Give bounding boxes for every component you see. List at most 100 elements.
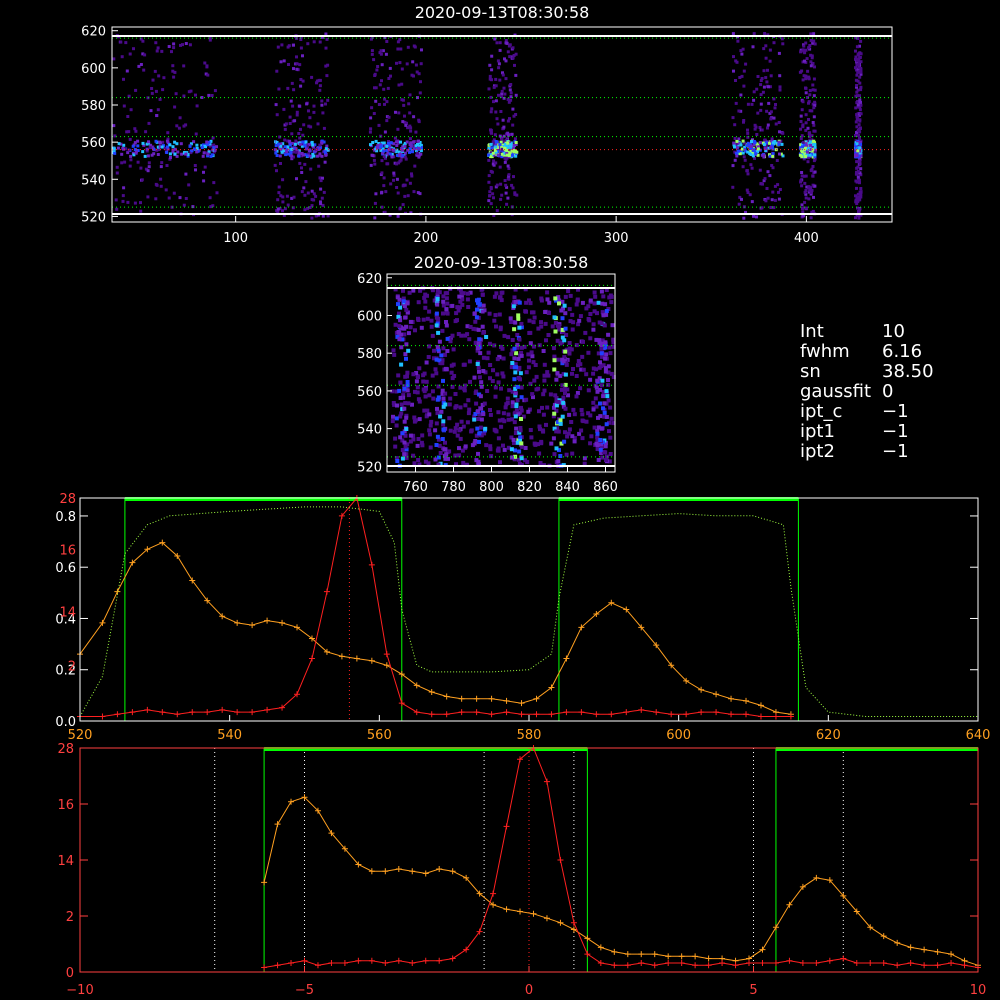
heat-pixel	[165, 151, 169, 154]
heat-pixel	[742, 84, 746, 88]
heat-pixel	[746, 191, 750, 194]
heat-pixel	[295, 110, 299, 114]
heat-pixel	[519, 321, 524, 326]
heat-pixel	[184, 152, 188, 156]
heat-pixel	[735, 146, 739, 150]
heat-pixel	[483, 426, 488, 431]
x-tick-label: 540	[217, 728, 242, 743]
heat-pixel	[548, 392, 553, 397]
heat-pixel	[744, 62, 748, 66]
heat-pixel	[570, 327, 575, 332]
heat-pixel	[443, 440, 447, 445]
heat-pixel	[213, 89, 217, 93]
heat-pixel	[297, 104, 301, 108]
heat-pixel	[595, 311, 599, 316]
heat-pixel	[813, 150, 817, 154]
heat-pixel	[547, 300, 552, 305]
heat-pixel	[766, 123, 770, 127]
heat-pixel	[397, 337, 402, 342]
heat-pixel	[800, 171, 804, 174]
heat-pixel	[526, 409, 531, 414]
heat-pixel	[474, 401, 479, 406]
heat-pixel	[439, 353, 444, 358]
heat-pixel	[515, 193, 519, 197]
heat-pixel	[506, 141, 510, 145]
heat-pixel	[854, 78, 858, 82]
heat-pixel	[608, 452, 613, 456]
heat-pixel	[301, 133, 305, 137]
heat-pixel	[276, 207, 280, 211]
heat-pixel	[731, 185, 735, 189]
heat-pixel	[398, 207, 402, 211]
heat-pixel	[495, 357, 500, 362]
heat-pixel	[443, 366, 448, 371]
heat-pixel	[373, 201, 377, 205]
heat-pixel	[143, 154, 147, 158]
heat-pixel	[514, 154, 518, 158]
heat-pixel	[588, 312, 593, 316]
heat-pixel	[734, 59, 738, 63]
heat-pixel	[481, 355, 486, 360]
heat-pixel	[400, 82, 404, 86]
heat-pixel	[553, 296, 558, 301]
heat-pixel	[189, 89, 193, 93]
heat-pixel	[291, 104, 295, 108]
heat-pixel	[496, 380, 501, 385]
heat-pixel	[588, 441, 593, 446]
heat-pixel	[436, 316, 441, 321]
heat-pixel	[382, 176, 386, 180]
heat-pixel	[740, 74, 744, 78]
heat-pixel	[604, 422, 609, 427]
heat-pixel	[799, 137, 803, 141]
heat-pixel	[396, 330, 401, 334]
heat-pixel	[811, 165, 815, 168]
heat-pixel	[523, 446, 528, 450]
heat-pixel	[375, 68, 379, 72]
x-tick-label: 840	[555, 480, 580, 495]
heat-pixel	[397, 388, 402, 393]
heat-pixel	[513, 370, 518, 375]
fit-info-panel: Int 10 fwhm 6.16 sn 38.50 gaussfit 0 ipt_c −1 ipt1…	[800, 322, 934, 462]
heat-pixel	[385, 144, 389, 148]
heat-pixel	[761, 90, 765, 94]
heat-pixel	[493, 385, 498, 390]
heat-pixel	[857, 123, 861, 127]
heat-pixel	[466, 411, 471, 416]
heat-pixel	[392, 178, 395, 182]
heat-pixel	[161, 88, 165, 92]
heat-pixel	[479, 380, 484, 385]
heat-pixel	[750, 200, 754, 204]
heat-pixel	[498, 41, 502, 45]
heat-pixel	[511, 437, 516, 442]
heat-pixel	[509, 83, 513, 86]
heat-pixel	[303, 193, 307, 197]
heat-pixel	[476, 327, 481, 332]
heat-pixel	[293, 119, 297, 123]
heat-pixel	[608, 435, 613, 440]
heat-pixel	[485, 356, 490, 361]
heat-pixel	[414, 130, 418, 134]
heat-pixel	[552, 411, 557, 416]
heat-pixel	[387, 115, 391, 119]
heat-pixel	[501, 118, 505, 122]
heat-pixel	[411, 372, 416, 377]
info-row: ipt1 −1	[800, 422, 934, 442]
heat-pixel	[184, 172, 188, 176]
heat-pixel	[507, 173, 511, 177]
heat-pixel	[382, 87, 386, 91]
heat-pixel	[551, 346, 556, 351]
heat-pixel	[416, 437, 421, 441]
heat-pixel	[370, 106, 374, 110]
heat-pixel	[369, 143, 372, 147]
heat-pixel	[409, 144, 413, 148]
heat-pixel	[165, 164, 169, 167]
heat-pixel	[511, 304, 516, 309]
heat-pixel	[739, 49, 743, 53]
heat-pixel	[764, 199, 768, 203]
heat-pixel	[854, 198, 858, 202]
heat-pixel	[457, 446, 461, 451]
heat-pixel	[488, 74, 492, 78]
chart-title: 2020-09-13T08:30:58	[415, 3, 590, 22]
heat-pixel	[497, 312, 502, 317]
heat-pixel	[812, 123, 816, 127]
